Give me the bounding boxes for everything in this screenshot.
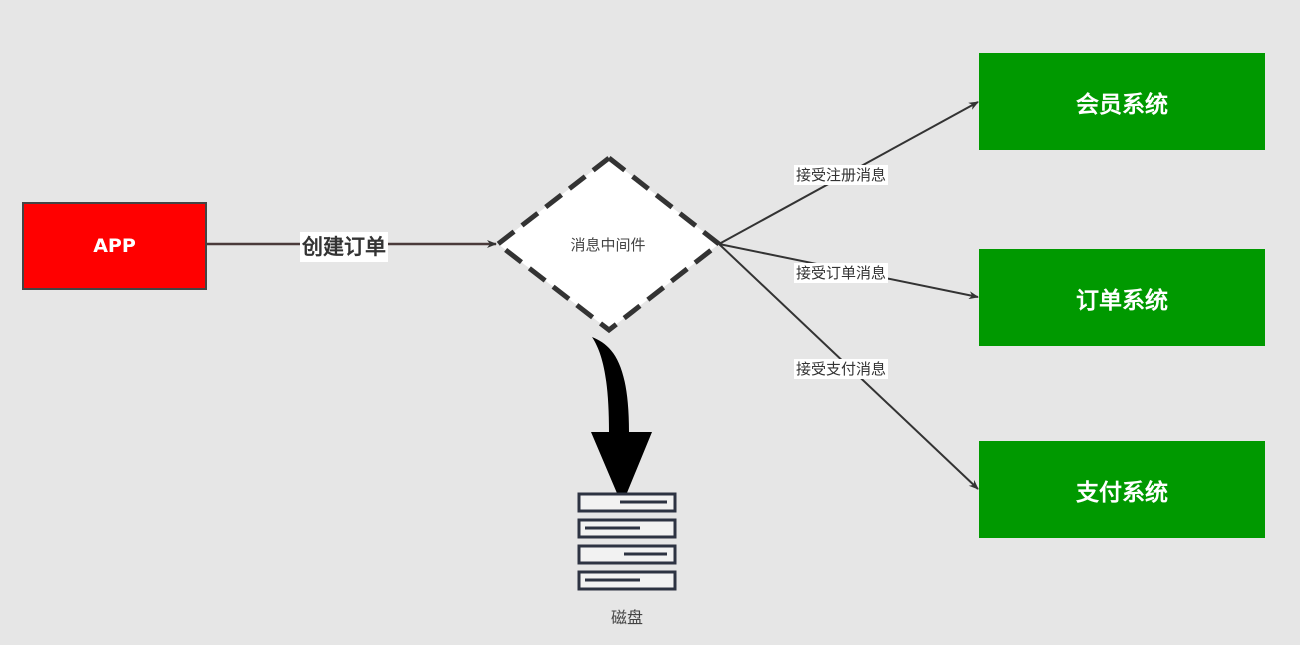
middleware-label: 消息中间件 [570,236,646,254]
member-system-node[interactable]: 会员系统 [979,53,1265,150]
edge-label-pay: 接受支付消息 [794,359,889,379]
edge-label-order: 接受订单消息 [794,263,889,283]
diagram-canvas: APP 消息中间件 会员系统 订单系统 支付系统 创建订单 接受注册消息 接受订… [0,0,1300,645]
order-system-node[interactable]: 订单系统 [979,249,1265,346]
pay-system-node[interactable]: 支付系统 [979,441,1265,538]
disk-label: 磁盘 [610,608,643,627]
edge-label-member: 接受注册消息 [794,165,889,185]
app-node[interactable]: APP [22,202,207,290]
disk-icon[interactable] [577,492,677,591]
edge-label-create-order: 创建订单 [300,232,388,262]
persist-arrow [591,337,652,505]
